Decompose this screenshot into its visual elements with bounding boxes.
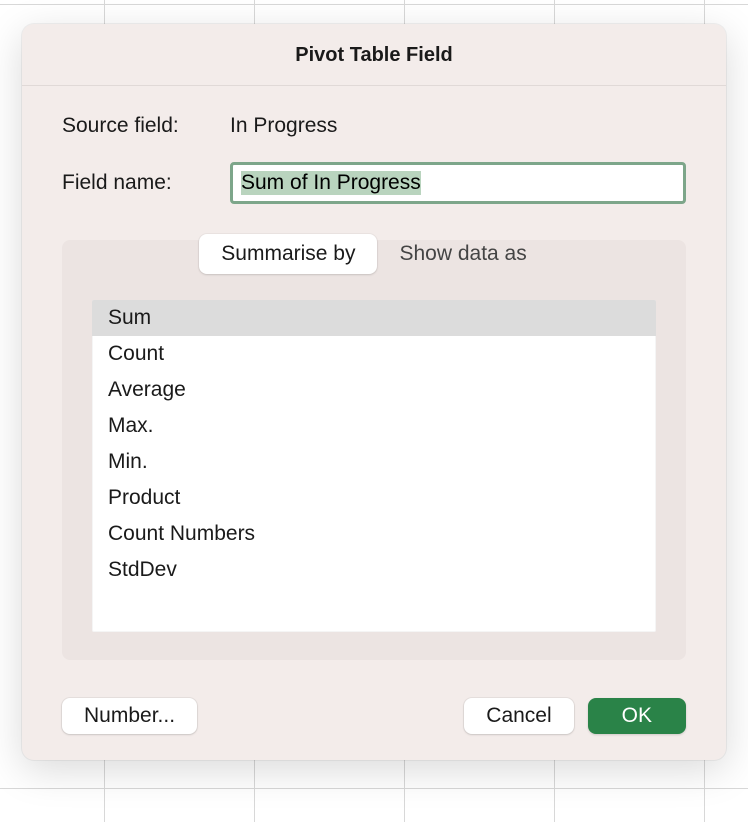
ok-button[interactable]: OK: [588, 698, 686, 734]
function-listbox[interactable]: Sum Count Average Max. Min. Product Coun…: [92, 300, 656, 632]
list-item[interactable]: Sum: [92, 300, 656, 336]
field-name-input[interactable]: [235, 167, 681, 199]
cancel-button[interactable]: Cancel: [464, 698, 573, 734]
list-item[interactable]: Max.: [92, 408, 656, 444]
field-name-input-wrapper: [230, 162, 686, 204]
tab-summarise-by[interactable]: Summarise by: [199, 234, 377, 274]
source-field-row: Source field: In Progress: [62, 114, 686, 138]
dialog-body: Source field: In Progress Field name: Su…: [22, 86, 726, 680]
field-name-row: Field name:: [62, 162, 686, 204]
dialog-title: Pivot Table Field: [22, 24, 726, 86]
list-item[interactable]: Count: [92, 336, 656, 372]
number-button[interactable]: Number...: [62, 698, 197, 734]
list-item[interactable]: Count Numbers: [92, 516, 656, 552]
pivot-table-field-dialog: Pivot Table Field Source field: In Progr…: [22, 24, 726, 760]
content-panel: Summarise by Show data as Sum Count Aver…: [62, 240, 686, 660]
dialog-footer: Number... Cancel OK: [22, 680, 726, 760]
list-item[interactable]: StdDev: [92, 552, 656, 588]
field-name-label: Field name:: [62, 171, 212, 195]
list-item[interactable]: Product: [92, 480, 656, 516]
tab-show-data-as[interactable]: Show data as: [377, 234, 548, 274]
list-item[interactable]: Average: [92, 372, 656, 408]
source-field-label: Source field:: [62, 114, 212, 138]
list-item[interactable]: Min.: [92, 444, 656, 480]
tabs: Summarise by Show data as: [92, 234, 656, 274]
source-field-value: In Progress: [230, 114, 337, 138]
